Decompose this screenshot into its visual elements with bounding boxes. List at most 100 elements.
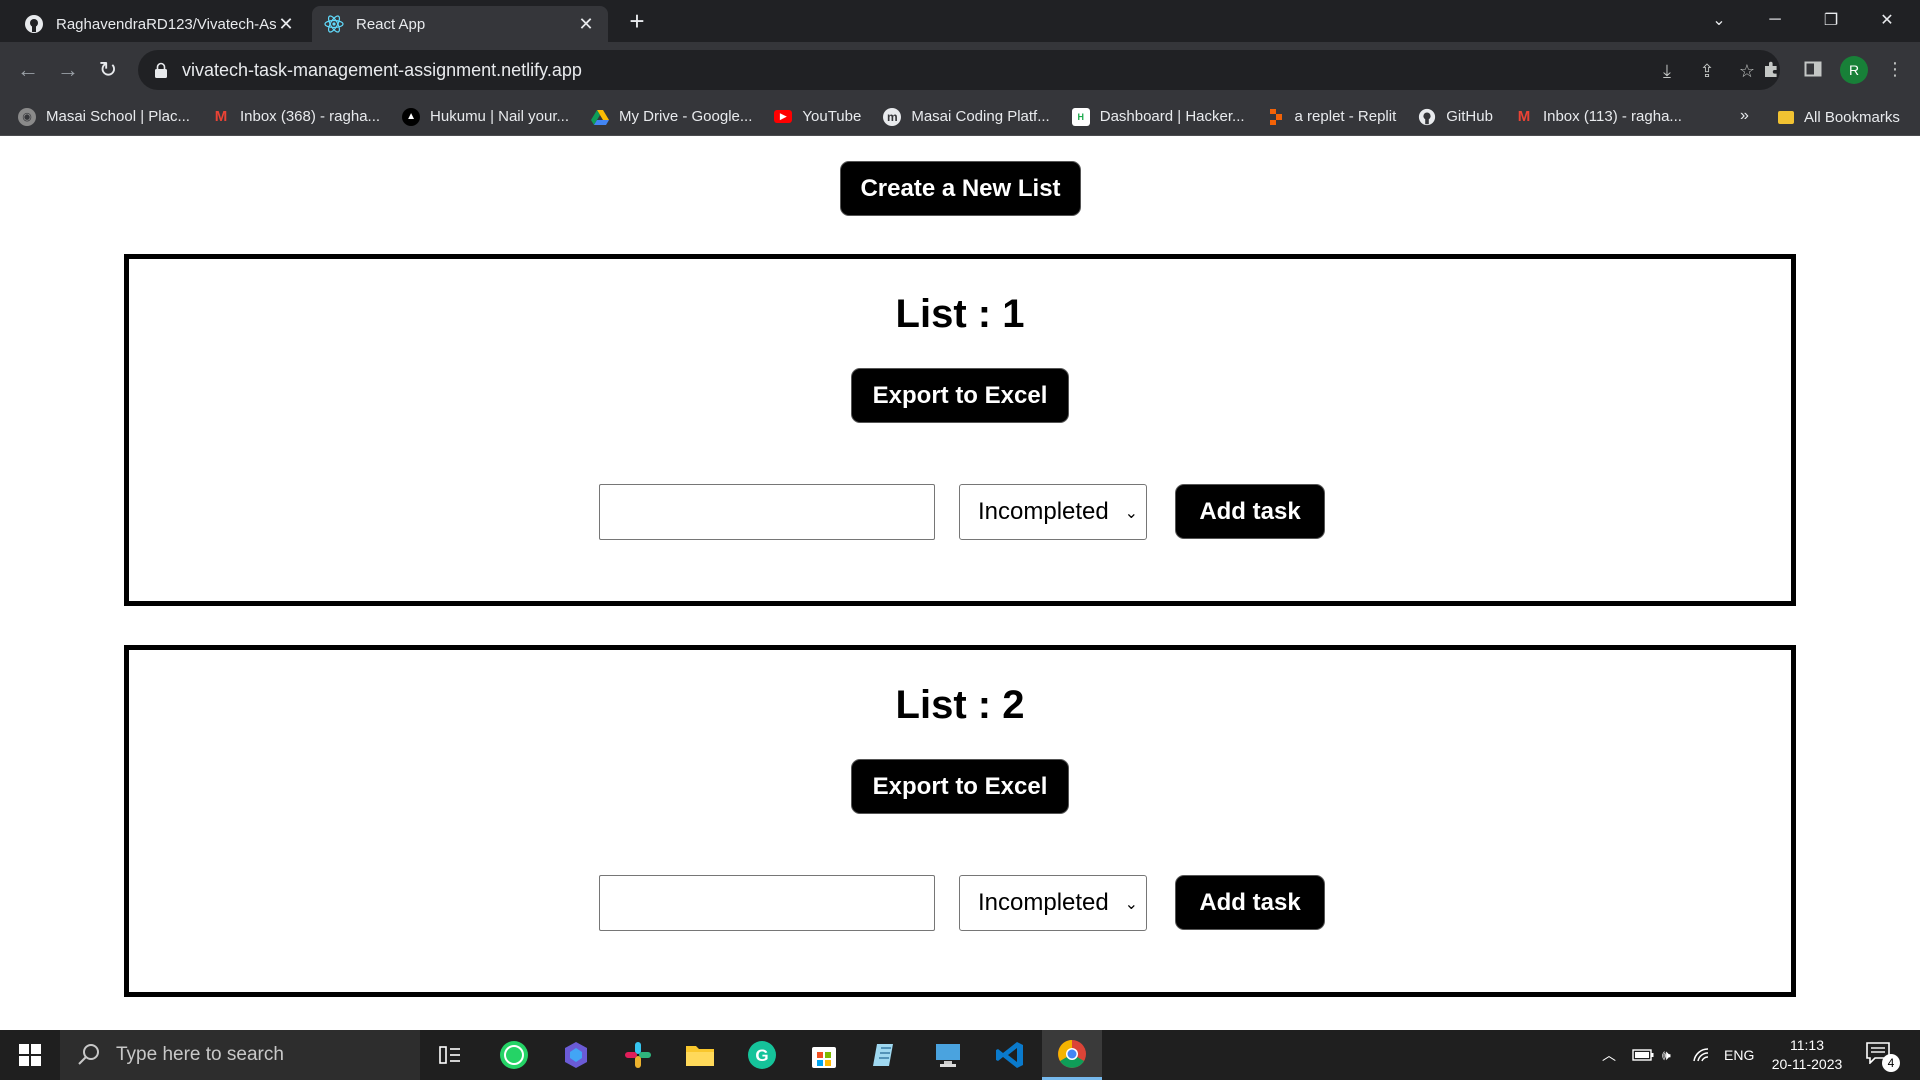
bookmark-item[interactable]: ▶ YouTube (774, 108, 861, 125)
windows-logo-icon (19, 1044, 41, 1066)
chevron-down-icon: ⌄ (1124, 896, 1138, 913)
bookmark-item[interactable]: M Inbox (368) - ragha... (212, 108, 380, 126)
list-title: List : 1 (895, 292, 1025, 336)
notepad-app-icon[interactable] (856, 1030, 916, 1080)
bookmark-label: a replet - Replit (1294, 108, 1397, 125)
tab-github[interactable]: RaghavendraRD123/Vivatech-As ✕ (12, 6, 308, 42)
hukumu-icon: ▲ (402, 107, 421, 126)
search-icon (78, 1044, 99, 1065)
clock-time: 11:13 (1790, 1037, 1824, 1053)
windows-start-button[interactable] (0, 1030, 60, 1080)
whatsapp-icon[interactable] (484, 1030, 544, 1080)
bookmark-star-icon[interactable]: ☆ (1736, 60, 1758, 82)
windows-taskbar: Type here to search G ︿ 🕪 ENG 11:13 20-1… (0, 1030, 1920, 1080)
search-placeholder: Type here to search (116, 1044, 284, 1065)
close-icon[interactable]: ✕ (276, 14, 296, 35)
taskbar-search-box[interactable]: Type here to search (60, 1030, 420, 1080)
list-card: List : 1 Export to Excel Incompleted ⌄ A… (124, 254, 1796, 606)
clock[interactable]: 11:13 20-11-2023 (1760, 1036, 1854, 1074)
status-selected-value: Incompleted (978, 889, 1109, 916)
microsoft-store-icon[interactable] (794, 1030, 854, 1080)
task-input[interactable] (599, 875, 935, 931)
add-task-button[interactable]: Add task (1175, 875, 1325, 930)
language-indicator[interactable]: ENG (1724, 1030, 1754, 1080)
install-app-icon[interactable]: ⤓ (1656, 60, 1678, 82)
add-task-button[interactable]: Add task (1175, 484, 1325, 539)
bookmark-label: YouTube (802, 108, 862, 125)
export-to-excel-button[interactable]: Export to Excel (851, 368, 1069, 423)
bookmark-label: Hukumu | Nail your... (430, 108, 569, 125)
gmail-icon: M (214, 108, 228, 125)
window-close-button[interactable]: ✕ (1864, 0, 1910, 40)
forward-button[interactable]: → (52, 54, 84, 86)
vscode-icon[interactable] (980, 1030, 1040, 1080)
volume-icon[interactable]: 🕪 (1662, 1030, 1671, 1080)
restore-button[interactable]: ❐ (1808, 0, 1854, 40)
task-input[interactable] (599, 484, 935, 540)
bookmark-item[interactable]: GitHub (1418, 108, 1493, 126)
grammarly-icon[interactable]: G (732, 1030, 792, 1080)
hackerrank-icon: H (1071, 107, 1090, 126)
notification-count-badge: 4 (1882, 1054, 1900, 1072)
bookmark-label: Inbox (368) - ragha... (239, 108, 381, 125)
github-icon (1418, 108, 1436, 126)
drive-icon (591, 108, 609, 126)
slack-icon[interactable] (608, 1030, 668, 1080)
show-hidden-icons[interactable]: ︿ (1602, 1030, 1616, 1080)
replit-icon (1267, 108, 1285, 126)
lock-icon (155, 62, 167, 78)
status-select[interactable]: Incompleted ⌄ (959, 484, 1147, 540)
notification-center-button[interactable]: 4 (1866, 1042, 1900, 1072)
tab-search-icon[interactable]: ⌄ (1696, 0, 1742, 40)
folder-icon (1778, 110, 1794, 124)
status-select[interactable]: Incompleted ⌄ (959, 875, 1147, 931)
bookmark-item[interactable]: M Inbox (113) - ragha... (1515, 108, 1682, 126)
share-icon[interactable]: ⇪ (1696, 60, 1718, 82)
bookmark-item[interactable]: ▲ Hukumu | Nail your... (402, 107, 569, 126)
bookmark-label: Dashboard | Hacker... (1099, 108, 1245, 125)
url-text: vivatech-task-management-assignment.netl… (182, 59, 582, 80)
browser-tab-strip: RaghavendraRD123/Vivatech-As ✕ React App… (0, 0, 1920, 42)
minimize-button[interactable]: ─ (1752, 0, 1798, 40)
list-title: List : 2 (895, 683, 1025, 727)
tab-react-app[interactable]: React App ✕ (312, 6, 608, 42)
github-icon (24, 14, 44, 34)
battery-icon[interactable] (1632, 1030, 1654, 1080)
reload-button[interactable]: ↻ (92, 54, 124, 86)
bookmark-item[interactable]: My Drive - Google... (591, 108, 752, 126)
bookmarks-bar: ◉ Masai School | Plac... M Inbox (368) -… (0, 98, 1920, 136)
wifi-icon[interactable] (1692, 1030, 1712, 1080)
bookmark-item[interactable]: a replet - Replit (1267, 108, 1397, 126)
masai-icon: ◉ (18, 107, 36, 126)
list-card: List : 2 Export to Excel Incompleted ⌄ A… (124, 645, 1796, 997)
bookmark-item[interactable]: ◉ Masai School | Plac... (18, 107, 190, 126)
address-bar[interactable]: vivatech-task-management-assignment.netl… (138, 50, 1780, 90)
create-new-list-button[interactable]: Create a New List (840, 161, 1081, 216)
browser-toolbar: ← → ↻ vivatech-task-management-assignmen… (0, 42, 1920, 98)
menu-icon[interactable]: ⋮ (1880, 54, 1910, 84)
export-to-excel-button[interactable]: Export to Excel (851, 759, 1069, 814)
file-explorer-icon[interactable] (670, 1030, 730, 1080)
page-viewport: Create a New List List : 1 Export to Exc… (0, 136, 1920, 1030)
bookmark-label: GitHub (1446, 108, 1493, 125)
extensions-icon[interactable] (1756, 54, 1786, 84)
tab-title: RaghavendraRD123/Vivatech-As (56, 15, 276, 33)
bookmark-item[interactable]: m Masai Coding Platf... (883, 107, 1050, 126)
new-tab-button[interactable]: + (622, 6, 652, 36)
task-view-icon[interactable] (420, 1030, 480, 1080)
more-bookmarks-button[interactable]: » (1740, 107, 1749, 125)
chevron-down-icon: ⌄ (1124, 505, 1138, 522)
bookmark-item[interactable]: H Dashboard | Hacker... (1071, 107, 1245, 126)
copilot-icon[interactable] (546, 1030, 606, 1080)
back-button[interactable]: ← (12, 54, 44, 86)
chrome-icon[interactable] (1042, 1030, 1102, 1080)
bookmark-label: My Drive - Google... (619, 108, 753, 125)
status-selected-value: Incompleted (978, 498, 1109, 525)
close-icon[interactable]: ✕ (576, 14, 596, 35)
bookmark-label: Inbox (113) - ragha... (1542, 108, 1682, 125)
remote-desktop-icon[interactable] (918, 1030, 978, 1080)
profile-avatar[interactable]: R (1840, 56, 1868, 84)
react-icon (324, 14, 344, 34)
all-bookmarks-button[interactable]: All Bookmarks (1778, 98, 1900, 136)
side-panel-icon[interactable] (1798, 54, 1828, 84)
